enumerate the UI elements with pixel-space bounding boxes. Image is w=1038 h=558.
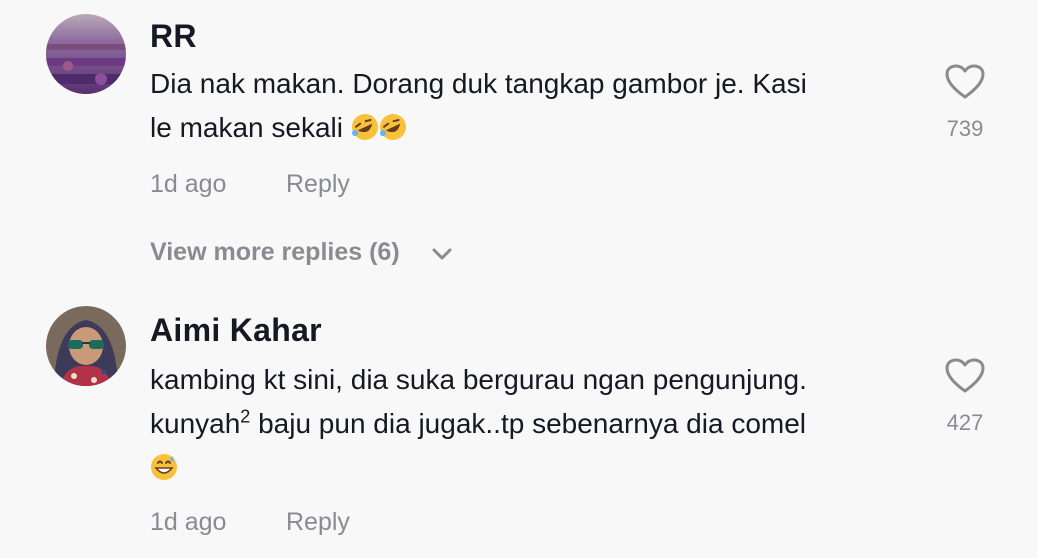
heart-icon[interactable]: [945, 358, 985, 394]
rolling-laughing-emoji-icon: [379, 114, 406, 140]
comment-text: Dia nak makan. Dorang duk tangkap gambor…: [150, 62, 910, 150]
comment-text-line: kunyah: [150, 408, 241, 439]
superscript: 2: [240, 406, 251, 427]
timestamp: 1d ago: [150, 508, 227, 536]
like-count: 739: [946, 116, 984, 141]
username[interactable]: Aimi Kahar: [150, 312, 322, 349]
comment-text: kambing kt sini, dia suka bergurau ngan …: [150, 358, 910, 490]
reply-button[interactable]: Reply: [286, 170, 350, 199]
comment-text-line: baju pun dia jugak..tp sebenarnya dia co…: [250, 408, 807, 439]
comment-text-line: Dia nak makan. Dorang duk tangkap gambor…: [150, 68, 807, 99]
reply-button[interactable]: Reply: [286, 508, 350, 537]
comment-text-line: kambing kt sini, dia suka bergurau ngan …: [150, 364, 807, 395]
username[interactable]: RR: [150, 18, 197, 55]
view-more-replies-button[interactable]: View more replies (6): [150, 238, 400, 267]
comment-text-line: le makan sekali: [150, 112, 343, 143]
heart-icon[interactable]: [945, 64, 985, 100]
timestamp: 1d ago: [150, 170, 227, 198]
rolling-laughing-emoji-icon: [351, 114, 378, 140]
grinning-sweat-emoji-icon: [151, 454, 177, 480]
avatar[interactable]: [46, 14, 126, 94]
avatar[interactable]: [46, 306, 126, 386]
chevron-down-icon[interactable]: [430, 246, 454, 262]
like-count: 427: [946, 410, 984, 435]
